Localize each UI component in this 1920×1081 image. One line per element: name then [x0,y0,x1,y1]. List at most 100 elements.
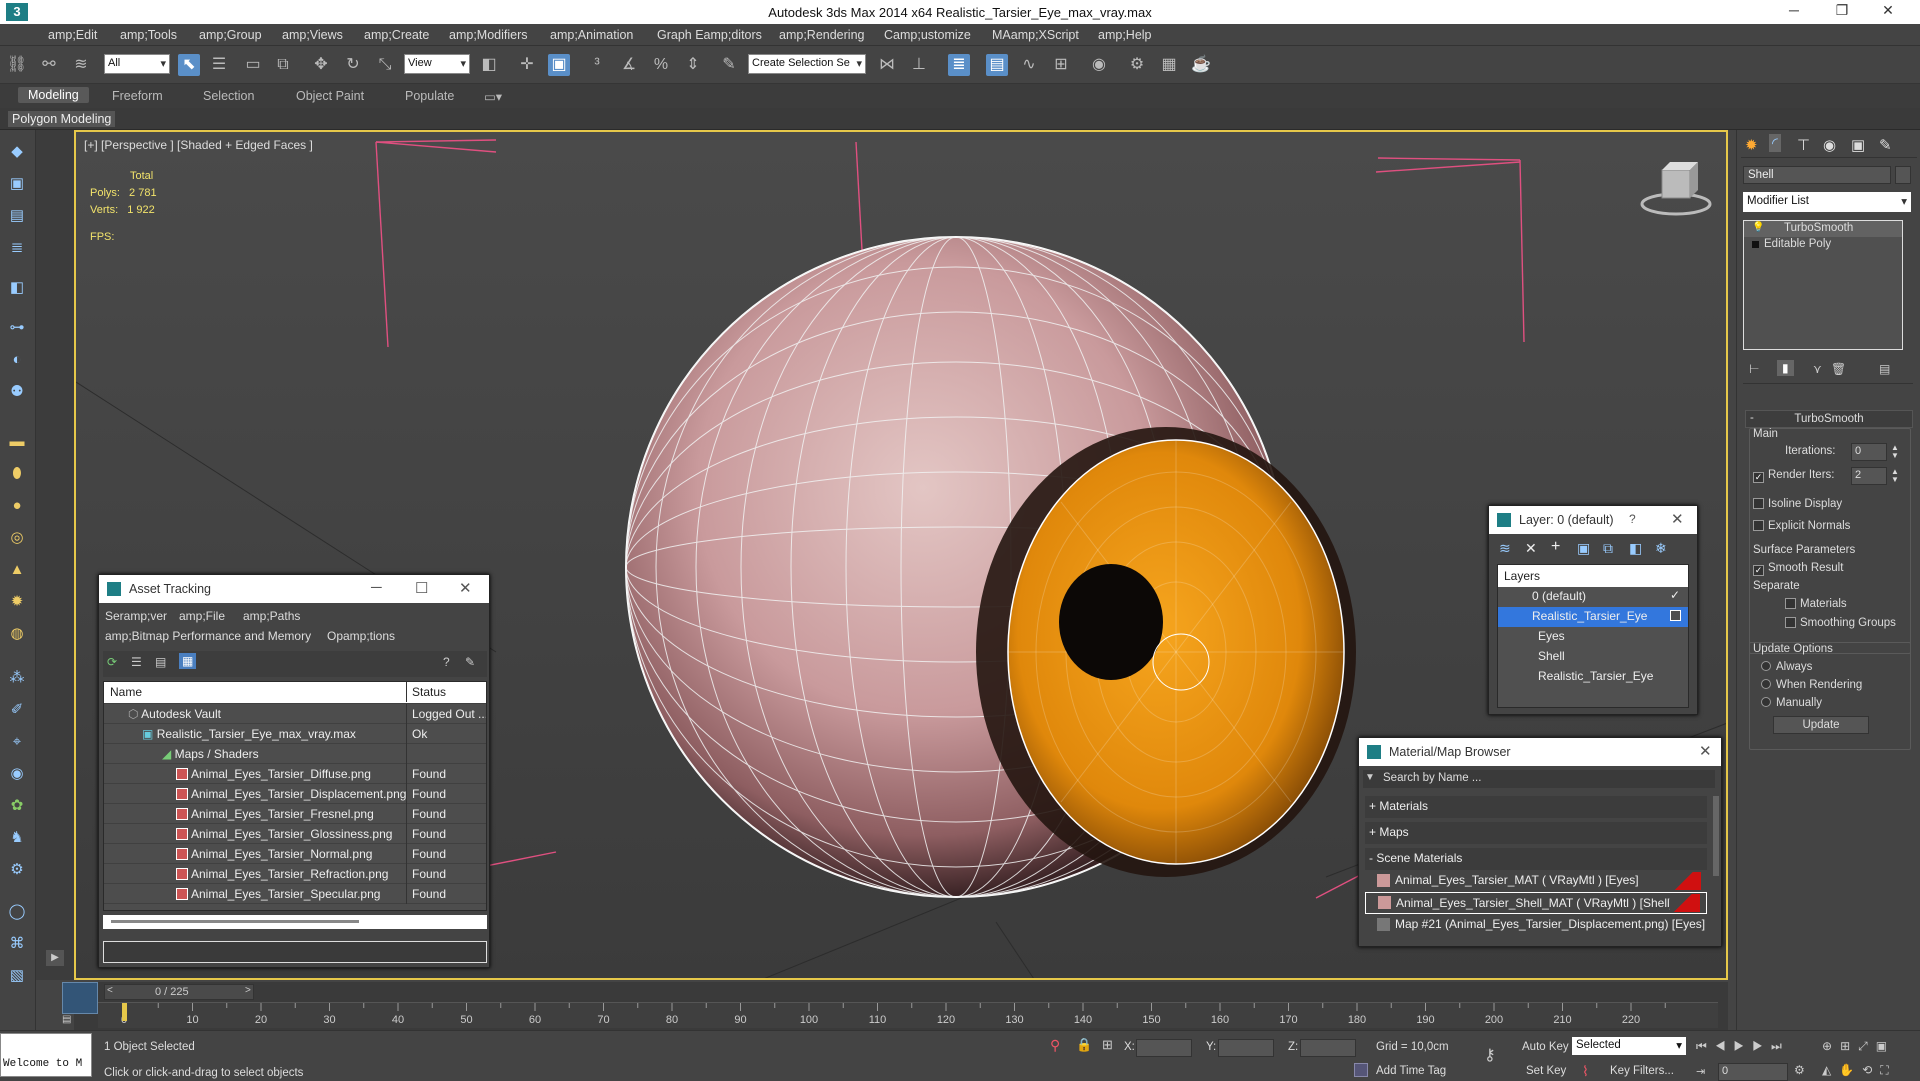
next-frame-icon[interactable]: ▶ [1752,1039,1771,1053]
stack-item-editable-poly[interactable]: Editable Poly [1744,237,1902,253]
brush-icon[interactable]: ✐ [5,698,29,722]
list-item[interactable]: 0 (default) ✓ [1498,587,1688,607]
menu-maxscript[interactable]: MAamp;XScript [992,28,1079,42]
set-key-button[interactable]: Set Key [1526,1065,1566,1077]
show-end-result-icon[interactable]: ▮ [1777,360,1794,376]
stack-item-turbosmooth[interactable]: 💡 TurboSmooth [1744,221,1902,237]
table-row[interactable]: ◢ Maps / Shaders [104,744,486,764]
ribbon-options-icon[interactable]: ▭▾ [484,89,502,104]
list-item[interactable]: Map #21 (Animal_Eyes_Tarsier_Displacemen… [1365,914,1707,936]
list-icon[interactable]: ≣ [5,236,29,260]
fullscreen-icon[interactable]: ⛶ [1880,1063,1896,1077]
key-mode-icon[interactable]: ▤ [62,1014,82,1028]
always-radio[interactable] [1761,661,1771,671]
y-coordinate-field[interactable] [1218,1039,1274,1057]
cone-icon[interactable]: ▲ [5,558,29,582]
display-tab-icon[interactable]: ▣ [1851,136,1865,154]
table-row[interactable]: Animal_Eyes_Tarsier_Specular.png Found [104,884,486,904]
time-cursor[interactable] [122,1003,127,1021]
time-ruler[interactable]: 0102030405060708090100110120130140150160… [98,1002,1718,1028]
help-icon[interactable]: ? [1629,512,1636,526]
material-editor-icon[interactable]: ◉ [1088,54,1110,76]
move-icon[interactable]: ✥ [310,54,332,76]
globe-icon[interactable]: ◯ [5,900,29,924]
rect-selection-icon[interactable]: ▭ [242,54,264,76]
percent-snap-icon[interactable]: % [650,54,672,76]
current-frame-field[interactable]: 0 [1718,1063,1788,1081]
turbosmooth-rollout[interactable]: - TurboSmooth [1745,410,1913,428]
spinner-snap-icon[interactable]: ⇕ [682,54,704,76]
render-iters-spinner[interactable]: 2 [1851,467,1887,485]
maxscript-listener[interactable]: Welcome to M [0,1033,92,1077]
key-mode-toggle-icon[interactable]: ⇥ [1696,1065,1705,1078]
scale-icon[interactable]: ⤡ [374,54,396,76]
layer-manager-icon[interactable]: ≣ [948,54,970,76]
smooth-result-checkbox[interactable]: ✓ [1753,565,1764,576]
menu-views[interactable]: amp;Views [282,28,343,42]
select-by-name-icon[interactable]: ☰ [208,54,230,76]
modifier-list-dropdown[interactable]: Modifier List ▾ [1743,192,1911,212]
col-status[interactable]: Status [412,685,446,699]
expand-icon[interactable] [1752,241,1759,248]
menu-tools[interactable]: amp;Tools [120,28,177,42]
create-tab-icon[interactable]: ✹ [1745,136,1758,154]
bind-spacewarp-icon[interactable]: ≋ [70,54,92,76]
slider-right-arrow-icon[interactable]: > [245,985,251,996]
render-icon[interactable]: ⚉ [5,380,29,404]
list-item[interactable]: Animal_Eyes_Tarsier_MAT ( VRayMtl ) [Eye… [1365,870,1707,892]
tab-modeling[interactable]: Modeling [18,87,89,103]
time-slider[interactable]: < 0 / 225 > [104,984,254,1000]
swatch-icon[interactable]: ▧ [5,964,29,988]
menu-help[interactable]: amp;Help [1098,28,1152,42]
zoom-all-icon[interactable]: ⊞ [1840,1039,1858,1053]
key-mode-dropdown[interactable]: Selected ▾ [1572,1037,1686,1055]
object-name-field[interactable]: Shell [1743,166,1891,184]
keyboard-shortcut-icon[interactable]: ▣ [548,54,570,76]
tab-populate[interactable]: Populate [405,89,454,103]
isoline-checkbox[interactable] [1753,498,1764,509]
go-to-end-icon[interactable]: ⏭ [1771,1039,1790,1053]
add-time-tag[interactable]: Add Time Tag [1376,1065,1446,1077]
key-icon[interactable]: ⚷ [1484,1045,1496,1065]
iterations-spinner-arrows-icon[interactable]: ▲ ▼ [1891,444,1899,460]
isolate-icon[interactable]: ⚲ [1050,1037,1060,1054]
go-to-start-icon[interactable]: ⏮ [1696,1039,1715,1053]
rotate-icon[interactable]: ↻ [342,54,364,76]
lightbulb-icon[interactable]: 💡 [1752,222,1764,233]
foliage-icon[interactable]: ✿ [5,794,29,818]
refresh-icon[interactable]: ⟳ [107,655,117,669]
snap-toggle-icon[interactable]: ³ [586,54,608,76]
help-icon[interactable]: ? [443,655,450,669]
menu-bitmap-performance[interactable]: amp;Bitmap Performance and Memory [105,629,311,643]
group-materials[interactable]: + Materials [1365,796,1707,818]
minimize-icon[interactable]: ─ [1774,2,1814,18]
align-icon[interactable]: ⊥ [908,54,930,76]
polygon-modeling-panel[interactable]: Polygon Modeling [8,111,116,127]
hierarchy-icon[interactable]: ▤ [5,204,29,228]
table-row[interactable]: Animal_Eyes_Tarsier_Fresnel.png Found [104,804,486,824]
col-name[interactable]: Name [110,685,142,699]
iterations-spinner[interactable]: 0 [1851,443,1887,461]
x-coordinate-field[interactable] [1136,1039,1192,1057]
orbit-icon[interactable]: ⟲ [1862,1063,1880,1077]
material-browser-titlebar[interactable]: Material/Map Browser ✕ [1359,738,1721,766]
world-icon[interactable]: ◉ [5,762,29,786]
dimension-icon[interactable]: ◐ [5,348,29,372]
hide-all-icon[interactable]: ◧ [1629,540,1642,557]
schematic-view-icon[interactable]: ⊞ [1050,54,1072,76]
time-config-icon[interactable]: ⚙ [1794,1063,1805,1077]
reference-coordinate-dropdown[interactable]: View [404,54,470,74]
menu-edit[interactable]: amp;Edit [48,28,97,42]
sphere-icon[interactable]: ● [5,494,29,518]
render-production-icon[interactable]: ☕ [1190,54,1212,76]
expand-arrow-icon[interactable]: ▶ [46,950,64,966]
search-options-icon[interactable]: ▼ [1365,772,1375,783]
manually-radio[interactable] [1761,697,1771,707]
link-icon[interactable]: ⛓ [6,54,28,76]
list-item[interactable]: Realistic_Tarsier_Eye [1498,667,1688,687]
menu-create[interactable]: amp;Create [364,28,429,42]
set-key-icon[interactable]: ⌇ [1582,1063,1589,1080]
selection-filter-dropdown[interactable]: All [104,54,170,74]
menu-group[interactable]: amp;Group [199,28,262,42]
tab-selection[interactable]: Selection [203,89,254,103]
